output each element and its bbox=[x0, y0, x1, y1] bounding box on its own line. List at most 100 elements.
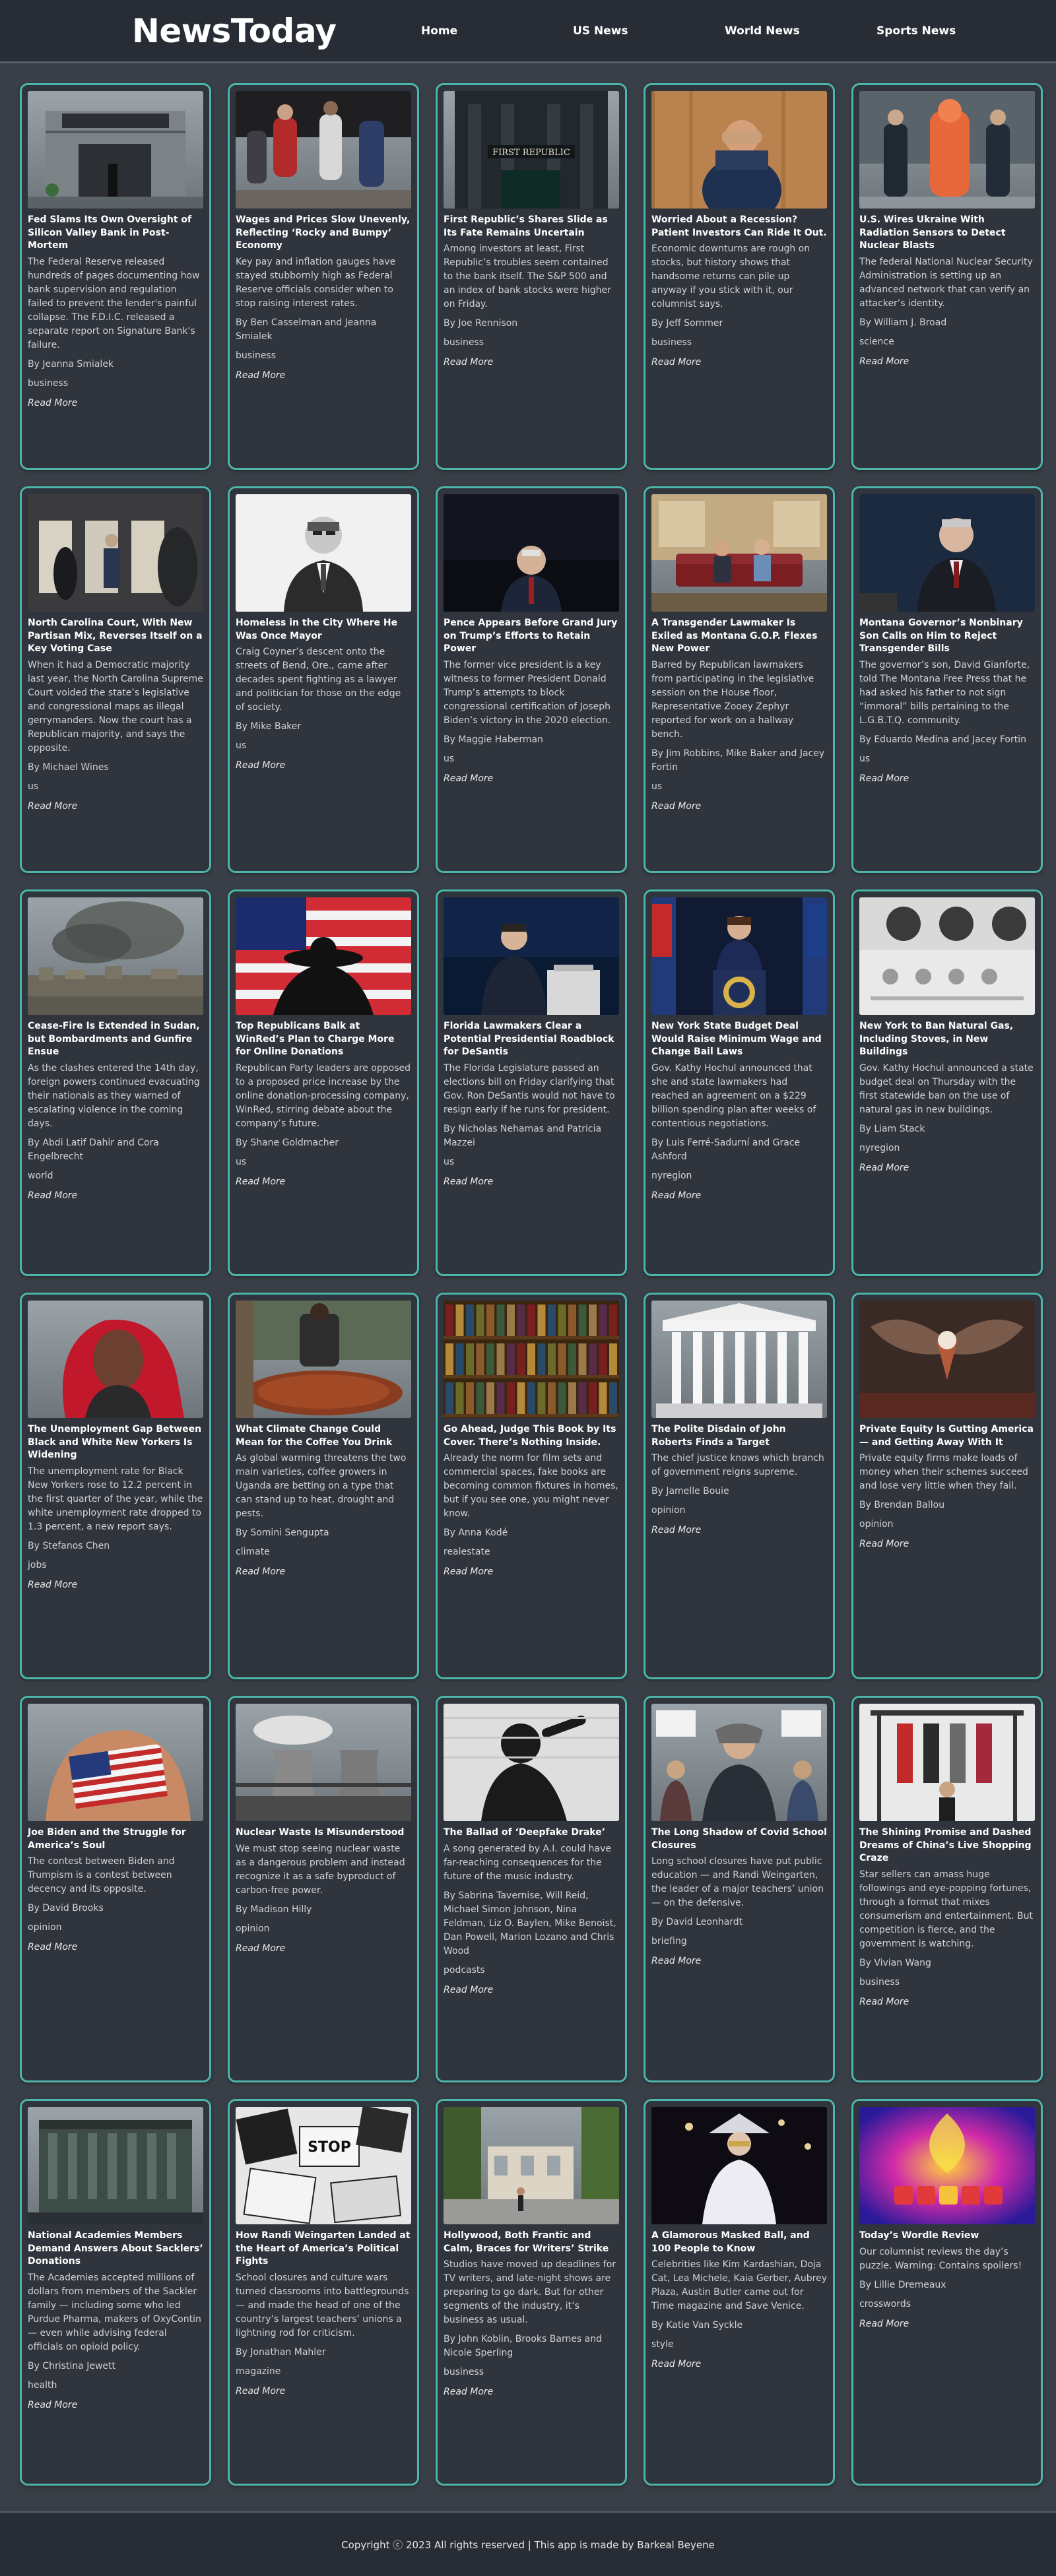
read-more-link[interactable]: Read More bbox=[28, 801, 77, 812]
news-card[interactable]: New York to Ban Natural Gas, Including S… bbox=[851, 889, 1043, 1276]
news-card-image[interactable]: STOP bbox=[236, 2107, 411, 2224]
news-card-image[interactable] bbox=[651, 91, 827, 209]
brand-logo[interactable]: NewsToday bbox=[132, 12, 421, 50]
news-card-image[interactable] bbox=[444, 897, 619, 1015]
news-card-image[interactable] bbox=[859, 897, 1035, 1015]
read-more-link[interactable]: Read More bbox=[859, 773, 909, 784]
read-more-link[interactable]: Read More bbox=[651, 1956, 701, 1966]
news-card-byline: By Jim Robbins, Mike Baker and Jacey For… bbox=[651, 748, 825, 773]
read-more-link[interactable]: Read More bbox=[28, 2400, 77, 2410]
news-card-image[interactable] bbox=[444, 1301, 619, 1418]
read-more-link[interactable]: Read More bbox=[28, 1190, 77, 1201]
news-card-image[interactable] bbox=[859, 2107, 1035, 2224]
news-card[interactable]: Top Republicans Balk at WinRed’s Plan to… bbox=[228, 889, 419, 1276]
read-more-link[interactable]: Read More bbox=[444, 357, 493, 368]
read-more-link[interactable]: Read More bbox=[236, 1943, 285, 1954]
news-card[interactable]: The Polite Disdain of John Roberts Finds… bbox=[644, 1293, 835, 1679]
news-card-image[interactable] bbox=[236, 1301, 411, 1418]
news-card[interactable]: Private Equity Is Gutting America — and … bbox=[851, 1293, 1043, 1679]
news-card-image[interactable] bbox=[859, 494, 1035, 612]
news-card[interactable]: North Carolina Court, With New Partisan … bbox=[20, 486, 211, 873]
news-card-image[interactable] bbox=[28, 2107, 203, 2224]
flag-silhouette-illustration bbox=[236, 897, 411, 1015]
read-more-link[interactable]: Read More bbox=[28, 1580, 77, 1590]
read-more-link[interactable]: Read More bbox=[28, 398, 77, 408]
read-more-link[interactable]: Read More bbox=[236, 2386, 285, 2397]
read-more-link[interactable]: Read More bbox=[236, 1176, 285, 1187]
news-card-image[interactable] bbox=[651, 1301, 827, 1418]
read-more-link[interactable]: Read More bbox=[444, 2387, 493, 2397]
nav-sports-news[interactable]: Sports News bbox=[876, 24, 1028, 38]
nav-world-news[interactable]: World News bbox=[725, 24, 876, 38]
nav-us-news[interactable]: US News bbox=[573, 24, 725, 38]
read-more-link[interactable]: Read More bbox=[651, 2359, 701, 2369]
news-card[interactable]: What Climate Change Could Mean for the C… bbox=[228, 1293, 419, 1679]
news-card-image[interactable] bbox=[651, 897, 827, 1015]
news-card[interactable]: A Transgender Lawmaker Is Exiled as Mont… bbox=[644, 486, 835, 873]
news-card-image[interactable] bbox=[859, 91, 1035, 209]
read-more-link[interactable]: Read More bbox=[859, 1539, 909, 1549]
nav-home[interactable]: Home bbox=[421, 24, 573, 38]
news-card[interactable]: Montana Governor’s Nonbinary Son Calls o… bbox=[851, 486, 1043, 873]
news-card[interactable]: Homeless in the City Where He Was Once M… bbox=[228, 486, 419, 873]
read-more-link[interactable]: Read More bbox=[651, 801, 701, 812]
news-card-image[interactable] bbox=[236, 1704, 411, 1821]
read-more-link[interactable]: Read More bbox=[236, 760, 285, 771]
read-more-link[interactable]: Read More bbox=[651, 1525, 701, 1535]
news-card[interactable]: A Glamorous Masked Ball, and 100 People … bbox=[644, 2099, 835, 2486]
news-card-image[interactable] bbox=[444, 1704, 619, 1821]
read-more-link[interactable]: Read More bbox=[859, 1997, 909, 2007]
news-card[interactable]: Wages and Prices Slow Unevenly, Reflecti… bbox=[228, 83, 419, 470]
news-card-image[interactable] bbox=[28, 494, 203, 612]
news-card[interactable]: U.S. Wires Ukraine With Radiation Sensor… bbox=[851, 83, 1043, 470]
news-card[interactable]: STOP How Randi Weingarten Landed at the H… bbox=[228, 2099, 419, 2486]
read-more-link[interactable]: Read More bbox=[859, 2319, 909, 2329]
news-card[interactable]: Hollywood, Both Frantic and Calm, Braces… bbox=[436, 2099, 627, 2486]
news-card-image[interactable] bbox=[236, 897, 411, 1015]
news-card[interactable]: Florida Lawmakers Clear a Potential Pres… bbox=[436, 889, 627, 1276]
news-card[interactable]: Fed Slams Its Own Oversight of Silicon V… bbox=[20, 83, 211, 470]
read-more-link[interactable]: Read More bbox=[236, 1566, 285, 1577]
read-more-link[interactable]: Read More bbox=[651, 1190, 701, 1201]
news-card[interactable]: Today’s Wordle Review Our columnist revie… bbox=[851, 2099, 1043, 2486]
news-card[interactable]: The Shining Promise and Dashed Dreams of… bbox=[851, 1696, 1043, 2082]
news-card-image[interactable] bbox=[859, 1301, 1035, 1418]
read-more-link[interactable]: Read More bbox=[236, 370, 285, 381]
read-more-link[interactable]: Read More bbox=[28, 1942, 77, 1952]
read-more-link[interactable]: Read More bbox=[859, 356, 909, 367]
news-card-section: business bbox=[444, 337, 484, 348]
news-card[interactable]: The Long Shadow of Covid School Closures… bbox=[644, 1696, 835, 2082]
news-card-image[interactable] bbox=[236, 91, 411, 209]
news-card[interactable]: The Ballad of ‘Deepfake Drake’ A song gen… bbox=[436, 1696, 627, 2082]
news-card[interactable]: Cease-Fire Is Extended in Sudan, but Bom… bbox=[20, 889, 211, 1276]
read-more-link[interactable]: Read More bbox=[444, 1176, 493, 1187]
news-card[interactable]: National Academies Members Demand Answer… bbox=[20, 2099, 211, 2486]
news-card[interactable]: Joe Biden and the Struggle for America’s… bbox=[20, 1696, 211, 2082]
news-card[interactable]: Pence Appears Before Grand Jury on Trump… bbox=[436, 486, 627, 873]
news-card[interactable]: Go Ahead, Judge This Book by Its Cover. … bbox=[436, 1293, 627, 1679]
news-card-image[interactable] bbox=[444, 2107, 619, 2224]
news-card-image[interactable] bbox=[236, 494, 411, 612]
news-card[interactable]: The Unemployment Gap Between Black and W… bbox=[20, 1293, 211, 1679]
news-card-image[interactable] bbox=[28, 1704, 203, 1821]
news-card[interactable]: New York State Budget Deal Would Raise M… bbox=[644, 889, 835, 1276]
news-card[interactable]: Nuclear Waste Is Misunderstood We must st… bbox=[228, 1696, 419, 2082]
news-card-image[interactable] bbox=[859, 1704, 1035, 1821]
news-card-title: Today’s Wordle Review bbox=[859, 2230, 979, 2241]
news-card-image[interactable]: FIRST REPUBLIC bbox=[444, 91, 619, 209]
read-more-link[interactable]: Read More bbox=[444, 1985, 493, 1995]
news-card-image[interactable] bbox=[651, 2107, 827, 2224]
news-card-image[interactable] bbox=[28, 91, 203, 209]
news-card-image[interactable] bbox=[28, 897, 203, 1015]
news-card-image[interactable] bbox=[651, 1704, 827, 1821]
news-card[interactable]: FIRST REPUBLIC First Republic’s Shares Sl… bbox=[436, 83, 627, 470]
read-more-link[interactable]: Read More bbox=[651, 357, 701, 368]
news-card-image[interactable] bbox=[28, 1301, 203, 1418]
news-card-image[interactable] bbox=[651, 494, 827, 612]
news-card-byline: By Brendan Ballou bbox=[859, 1500, 945, 1511]
news-card-image[interactable] bbox=[444, 494, 619, 612]
read-more-link[interactable]: Read More bbox=[859, 1163, 909, 1173]
read-more-link[interactable]: Read More bbox=[444, 1566, 493, 1577]
news-card[interactable]: Worried About a Recession? Patient Inves… bbox=[644, 83, 835, 470]
read-more-link[interactable]: Read More bbox=[444, 773, 493, 784]
